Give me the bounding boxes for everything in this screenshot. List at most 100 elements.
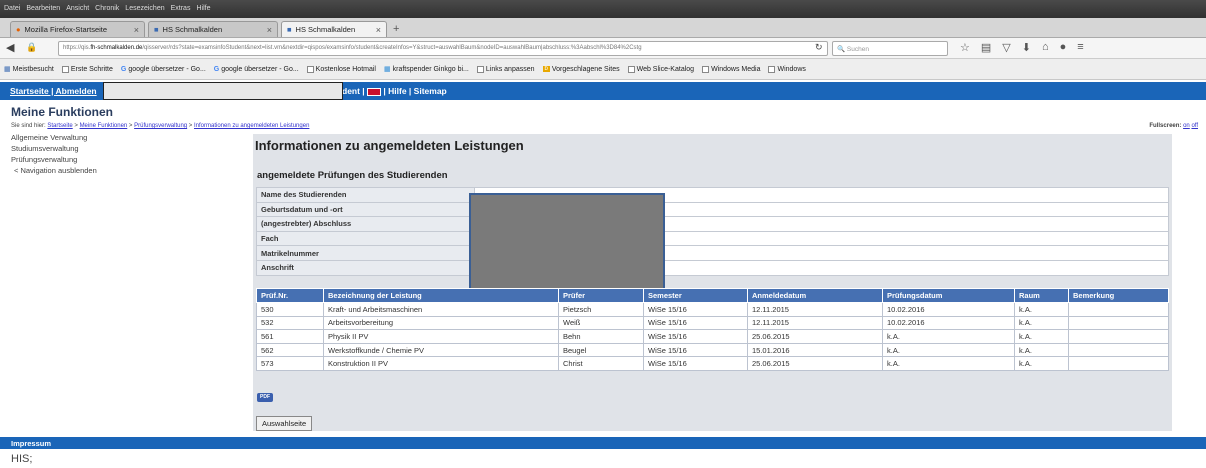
info-row: Matrikelnummer — [256, 245, 1169, 261]
page-icon — [306, 65, 314, 73]
imprint-link[interactable]: Impressum — [11, 439, 51, 448]
page-icon — [702, 65, 710, 73]
home-icon[interactable]: ⌂ — [1042, 41, 1049, 54]
table-cell: k.A. — [882, 329, 1015, 344]
info-label: (angestrebter) Abschluss — [256, 216, 475, 232]
tab-firefox-start[interactable]: ● Mozilla Firefox-Startseite × — [10, 21, 145, 37]
fullscreen-off-link[interactable]: off — [1191, 123, 1198, 129]
table-row: 573 Konstruktion II PV Christ WiSe 15/16 25.… — [256, 356, 1169, 371]
clipboard-icon[interactable]: ▤ — [981, 41, 991, 54]
star-icon[interactable]: ☆ — [960, 41, 970, 54]
table-row: 532 Arbeitsvorbereitung Weiß WiSe 15/16 12.1… — [256, 315, 1169, 331]
info-label: Matrikelnummer — [256, 245, 475, 261]
column-header: Bemerkung — [1068, 288, 1169, 303]
info-label: Name des Studierenden — [256, 187, 475, 203]
page-title: Informationen zu angemeldeten Leistungen — [255, 138, 524, 153]
breadcrumb-prefix: Sie sind hier: — [11, 123, 48, 129]
page-icon — [768, 65, 776, 73]
table-cell: k.A. — [1014, 356, 1069, 371]
breadcrumb-functions[interactable]: Meine Funktionen — [80, 123, 128, 129]
google-icon: G — [213, 65, 220, 73]
close-icon[interactable]: × — [376, 25, 381, 35]
menu-bookmarks[interactable]: Lesezeichen — [125, 5, 164, 12]
sidebar-item-exams[interactable]: Prüfungsverwaltung — [11, 154, 97, 165]
table-cell — [1068, 329, 1169, 344]
breadcrumb-current[interactable]: Informationen zu angemeldeten Leistungen — [194, 123, 309, 129]
nav-logout-link[interactable]: Abmelden — [56, 86, 97, 96]
menu-tools[interactable]: Extras — [171, 5, 191, 12]
table-cell: 25.06.2015 — [747, 356, 883, 371]
url-bar[interactable]: https://qis.fh-schmalkalden.de/qisserver… — [58, 41, 828, 56]
bookmark-google-translate-1[interactable]: Ggoogle übersetzer - Go... — [121, 66, 206, 73]
search-input[interactable]: 🔍 Suchen — [832, 41, 948, 56]
hamburger-menu-icon[interactable]: ≡ — [1077, 41, 1083, 54]
new-tab-button[interactable]: + — [390, 21, 406, 37]
pdf-icon[interactable]: PDF — [257, 393, 273, 402]
table-row: 530 Kraft- und Arbeitsmaschinen Pietzsch Wi… — [256, 302, 1169, 317]
info-row: Name des Studierenden — [256, 187, 1169, 203]
uk-flag-icon[interactable] — [367, 87, 382, 96]
menu-edit[interactable]: Bearbeiten — [26, 5, 60, 12]
menu-history[interactable]: Chronik — [95, 5, 119, 12]
bookmark-label: Links anpassen — [485, 65, 535, 73]
sidebar-item-general[interactable]: Allgemeine Verwaltung — [11, 132, 97, 143]
nav-home-link[interactable]: Startseite | — [10, 86, 56, 96]
bookmark-label: Erste Schritte — [70, 65, 113, 73]
nav-student-link[interactable]: dent | — [342, 86, 367, 96]
info-row: Fach — [256, 230, 1169, 247]
table-cell: Werkstoffkunde / Chemie PV — [323, 342, 559, 358]
download-icon[interactable]: ⬇ — [1022, 41, 1031, 54]
table-cell: WiSe 15/16 — [643, 315, 748, 331]
bookmark-most-visited[interactable]: ▦ Meistbesucht — [4, 65, 54, 74]
column-header: Prüfer — [558, 288, 644, 303]
close-icon[interactable]: × — [134, 25, 139, 35]
bookmark-windows-media[interactable]: Windows Media — [702, 65, 761, 73]
table-cell — [1068, 356, 1169, 371]
bookmark-label: google übersetzer - Go... — [221, 65, 299, 73]
close-icon[interactable]: × — [267, 25, 272, 35]
redacted-area — [469, 193, 665, 291]
sidebar-hide-navigation[interactable]: < Navigation ausblenden — [11, 165, 97, 176]
bookmark-first-steps[interactable]: Erste Schritte — [61, 65, 113, 73]
bookmark-customize-links[interactable]: Links anpassen — [476, 65, 535, 73]
table-cell: 562 — [256, 342, 324, 358]
chat-icon[interactable]: ● — [1060, 41, 1067, 54]
tab-hs-schmalkalden-2[interactable]: ■ HS Schmalkalden × — [281, 21, 387, 37]
breadcrumb-home[interactable]: Startseite — [47, 123, 72, 129]
breadcrumb-exam-admin[interactable]: Prüfungsverwaltung — [134, 123, 187, 129]
menu-file[interactable]: Datei — [4, 5, 20, 12]
bookmark-hotmail[interactable]: Kostenlose Hotmail — [306, 65, 376, 73]
table-cell: k.A. — [1014, 315, 1069, 331]
lock-icon[interactable]: 🔒 — [26, 42, 37, 53]
section-title: angemeldete Prüfungen des Studierenden — [257, 170, 448, 181]
selection-page-button[interactable]: Auswahlseite — [256, 416, 313, 431]
back-arrow-icon[interactable]: ◀ — [6, 41, 14, 54]
menu-help[interactable]: Hilfe — [196, 5, 210, 12]
bookmark-label: Web Slice-Katalog — [636, 65, 695, 73]
bookmark-google-translate-2[interactable]: Ggoogle übersetzer - Go... — [214, 66, 299, 73]
search-placeholder: Suchen — [846, 46, 869, 53]
bookmark-label: Windows Media — [711, 65, 761, 73]
bookmark-suggested-sites[interactable]: b Vorgeschlagene Sites — [542, 66, 620, 73]
fullscreen-on-link[interactable]: on — [1183, 123, 1190, 129]
nav-help-sitemap[interactable]: | Hilfe | Sitemap — [381, 86, 446, 96]
bookmark-ginkgo[interactable]: ▦ kraftspender Ginkgo bi... — [384, 65, 469, 74]
suggested-sites-icon: b — [542, 66, 550, 72]
sidebar-item-study[interactable]: Studiumsverwaltung — [11, 143, 97, 154]
column-header: Bezeichnung der Leistung — [323, 288, 559, 303]
bookmark-label: kraftspender Ginkgo bi... — [392, 65, 469, 73]
bookmark-windows[interactable]: Windows — [768, 65, 806, 73]
table-cell: 561 — [256, 329, 324, 344]
bookmark-label: Kostenlose Hotmail — [315, 65, 376, 73]
menu-view[interactable]: Ansicht — [66, 5, 89, 12]
info-row: Anschrift — [256, 259, 1169, 276]
bookmark-web-slice[interactable]: Web Slice-Katalog — [627, 65, 695, 73]
bookmarks-bar: ▦ Meistbesucht Erste Schritte Ggoogle übe… — [0, 59, 1206, 80]
redacted-area — [103, 82, 343, 100]
tab-hs-schmalkalden-1[interactable]: ■ HS Schmalkalden × — [148, 21, 278, 37]
pocket-icon[interactable]: ▽ — [1002, 41, 1010, 54]
table-cell: Christ — [558, 356, 644, 371]
table-cell — [1068, 315, 1169, 331]
reload-icon[interactable]: ↻ — [815, 42, 823, 53]
tab-strip: ● Mozilla Firefox-Startseite × ■ HS Schm… — [0, 18, 1206, 38]
